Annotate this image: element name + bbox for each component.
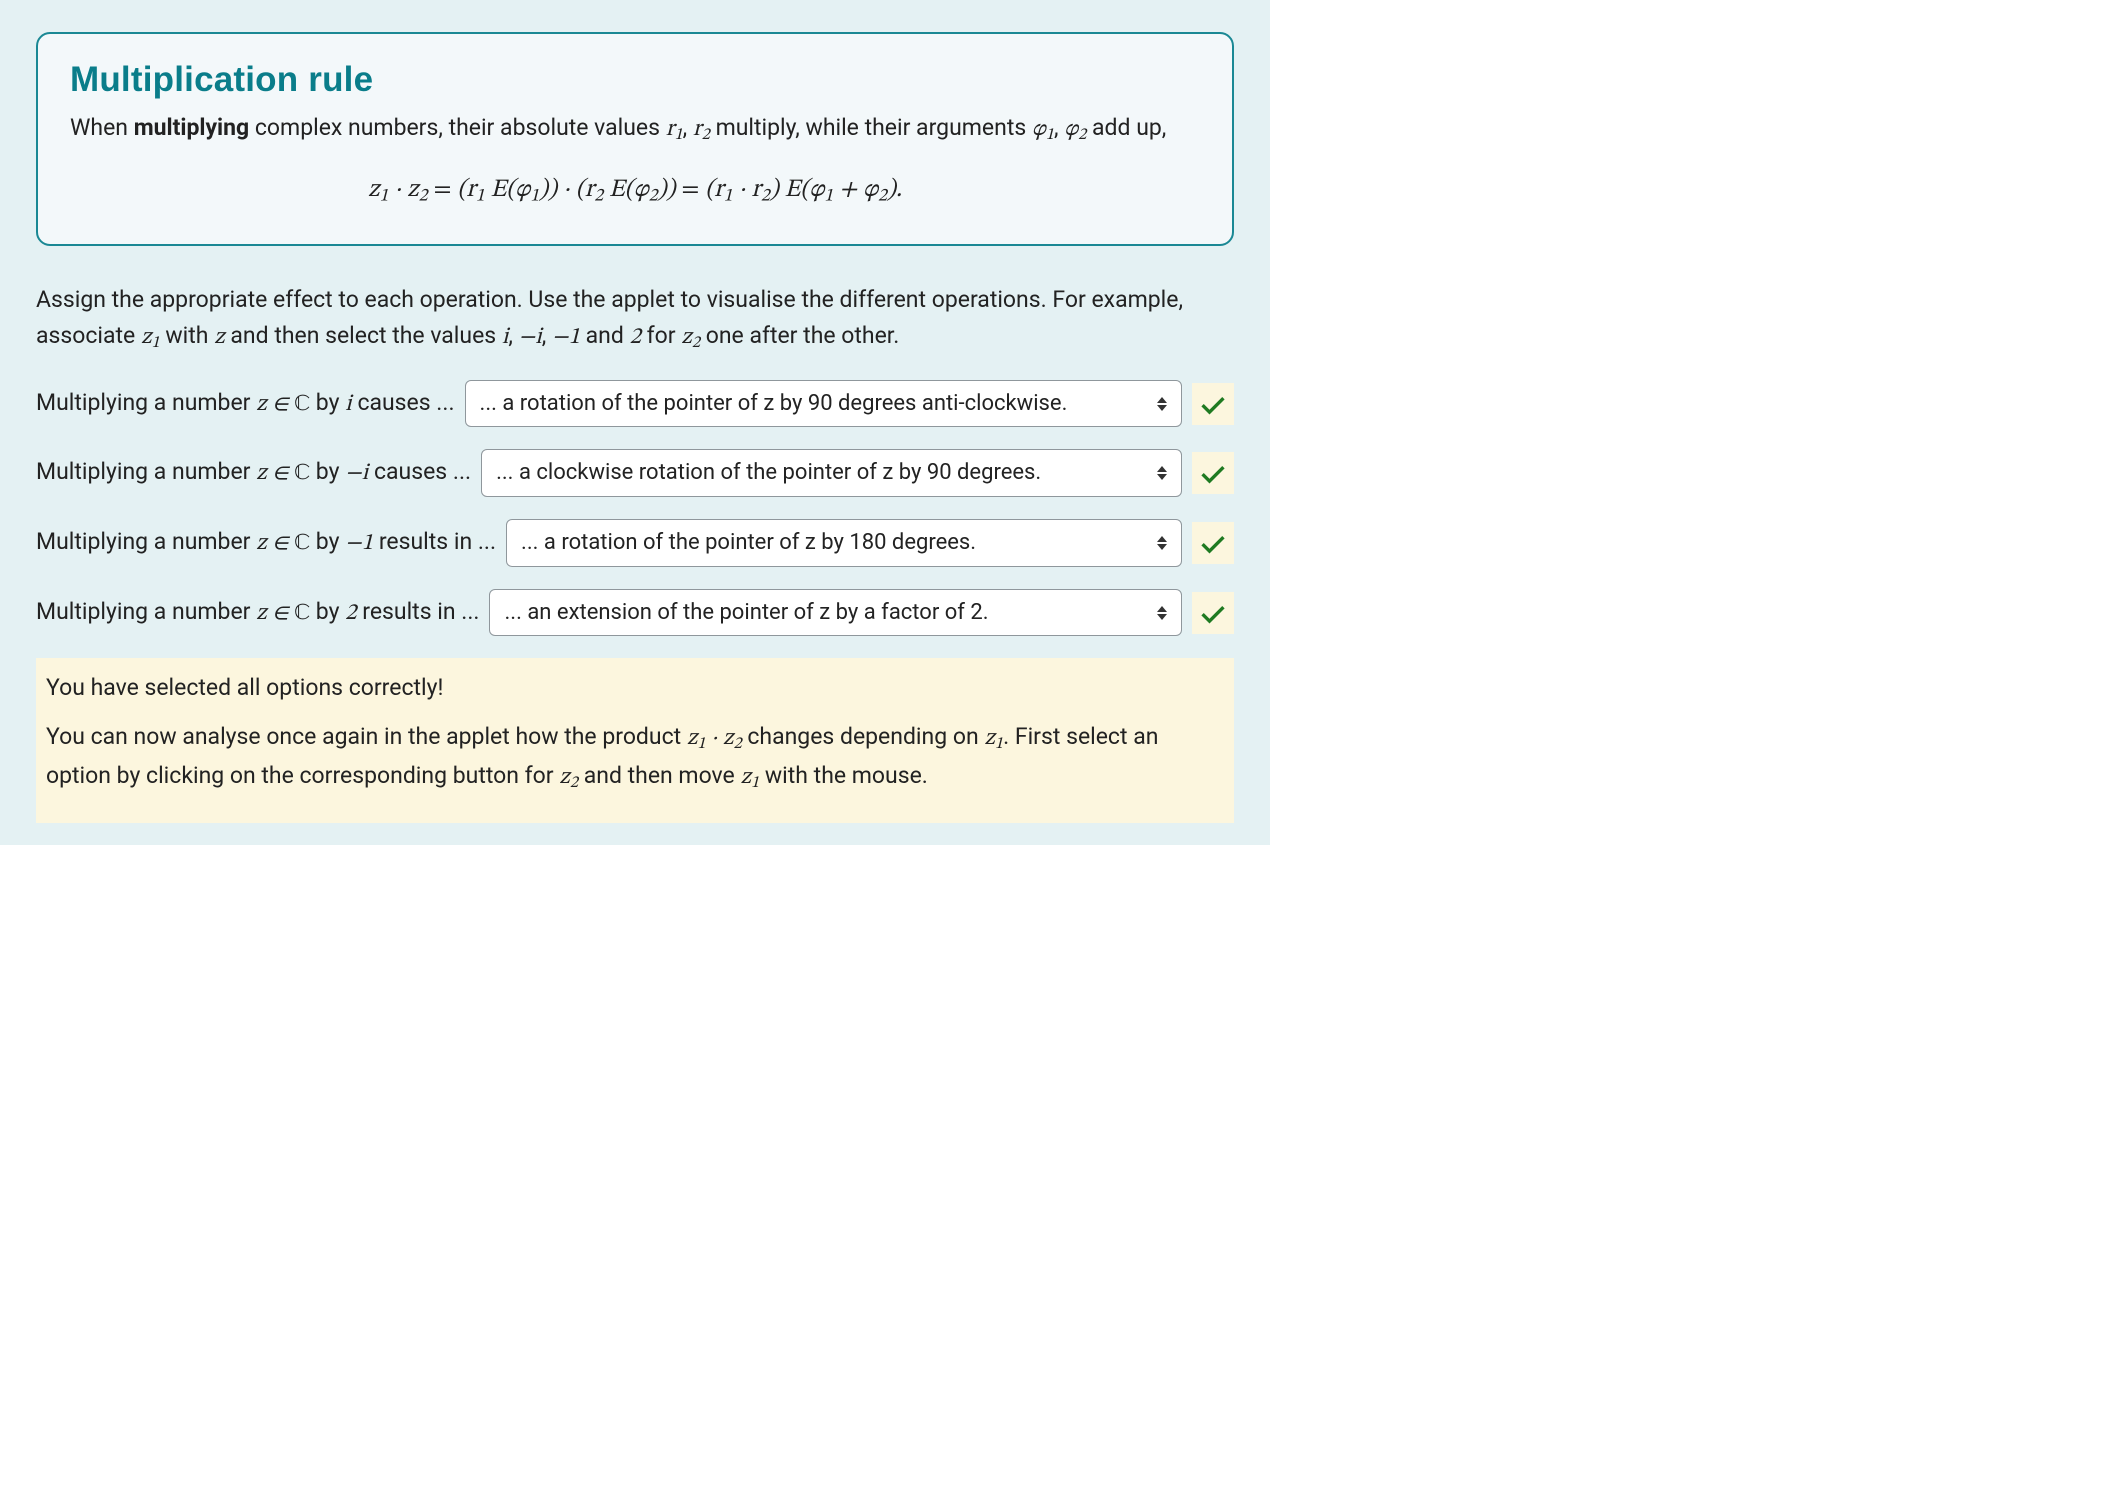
question-row: Multiplying a number z ∈ ℂ by −1 results… <box>36 519 1234 567</box>
fb-frag: and then move <box>578 762 740 789</box>
answer-select-wrap: ... a rotation of the pointer of z by 90… <box>465 380 1182 428</box>
math-r1: r1 <box>666 118 683 141</box>
instr-frag: one after the other. <box>700 322 899 349</box>
question-row: Multiplying a number z ∈ ℂ by −i causes … <box>36 449 1234 497</box>
rule-text-frag: complex numbers, their absolute values <box>249 114 666 141</box>
questions-list: Multiplying a number z ∈ ℂ by i causes .… <box>36 380 1234 637</box>
feedback-line-1: You have selected all options correctly! <box>46 670 1224 707</box>
math-neg-i: −i <box>519 326 542 349</box>
rule-text-bold: multiplying <box>134 114 249 141</box>
answer-select[interactable]: ... a rotation of the pointer of z by 18… <box>506 519 1182 567</box>
fb-frag: changes depending on <box>742 723 985 750</box>
math-z1: z1 <box>141 326 160 349</box>
rule-title: Multiplication rule <box>70 60 1200 100</box>
math-2: 2 <box>630 326 641 349</box>
math-z: z <box>214 326 225 349</box>
math-phi1: φ1 <box>1032 118 1054 141</box>
check-icon <box>1198 598 1228 628</box>
rule-text: When multiplying complex numbers, their … <box>70 110 1200 148</box>
fb-frag: You can now analyse once again in the ap… <box>46 723 687 750</box>
check-icon <box>1198 389 1228 419</box>
rule-text-frag: , <box>1054 114 1059 141</box>
question-prompt: Multiplying a number z ∈ ℂ by 2 results … <box>36 598 479 628</box>
instr-frag: , <box>542 322 552 349</box>
check-icon <box>1198 458 1228 488</box>
instructions-text: Assign the appropriate effect to each op… <box>36 282 1234 355</box>
feedback-box: You have selected all options correctly!… <box>36 658 1234 822</box>
instr-frag: with <box>160 322 214 349</box>
math-z1: z1 <box>687 727 706 750</box>
instr-frag: and then select the values <box>225 322 502 349</box>
rule-text-frag: add up, <box>1086 114 1166 141</box>
math-z2: z2 <box>559 766 578 789</box>
feedback-line-2: You can now analyse once again in the ap… <box>46 719 1224 797</box>
question-prompt: Multiplying a number z ∈ ℂ by −1 results… <box>36 528 496 558</box>
answer-select[interactable]: ... a clockwise rotation of the pointer … <box>481 449 1182 497</box>
correct-badge <box>1192 592 1234 634</box>
question-prompt: Multiplying a number z ∈ ℂ by i causes .… <box>36 389 455 419</box>
math-z1: z1 <box>984 727 1003 750</box>
answer-select-wrap: ... a clockwise rotation of the pointer … <box>481 449 1182 497</box>
instr-frag: , <box>508 322 518 349</box>
instr-frag: and <box>580 322 630 349</box>
math-z2: z2 <box>723 727 742 750</box>
rule-text-frag: multiply, while their arguments <box>710 114 1032 141</box>
lesson-panel: Multiplication rule When multiplying com… <box>0 0 1270 845</box>
check-icon <box>1198 528 1228 558</box>
math-neg-1: −1 <box>552 326 580 349</box>
question-row: Multiplying a number z ∈ ℂ by i causes .… <box>36 380 1234 428</box>
rule-box: Multiplication rule When multiplying com… <box>36 32 1234 246</box>
rule-formula: z1 · z2 = (r1 E(φ1)) · (r2 E(φ2)) = (r1 … <box>70 174 1200 209</box>
math-phi2: φ2 <box>1064 118 1086 141</box>
question-prompt: Multiplying a number z ∈ ℂ by −i causes … <box>36 458 471 488</box>
correct-badge <box>1192 522 1234 564</box>
fb-frag: with the mouse. <box>759 762 928 789</box>
rule-text-frag: When <box>70 114 134 141</box>
correct-badge <box>1192 383 1234 425</box>
math-z1: z1 <box>740 766 759 789</box>
correct-badge <box>1192 452 1234 494</box>
answer-select[interactable]: ... an extension of the pointer of z by … <box>489 589 1182 637</box>
math-z2: z2 <box>681 326 700 349</box>
rule-text-frag: , <box>683 114 688 141</box>
math-dot: · <box>706 727 723 750</box>
answer-select-wrap: ... an extension of the pointer of z by … <box>489 589 1182 637</box>
question-row: Multiplying a number z ∈ ℂ by 2 results … <box>36 589 1234 637</box>
instr-frag: for <box>641 322 681 349</box>
math-r2: r2 <box>693 118 710 141</box>
answer-select[interactable]: ... a rotation of the pointer of z by 90… <box>465 380 1182 428</box>
answer-select-wrap: ... a rotation of the pointer of z by 18… <box>506 519 1182 567</box>
